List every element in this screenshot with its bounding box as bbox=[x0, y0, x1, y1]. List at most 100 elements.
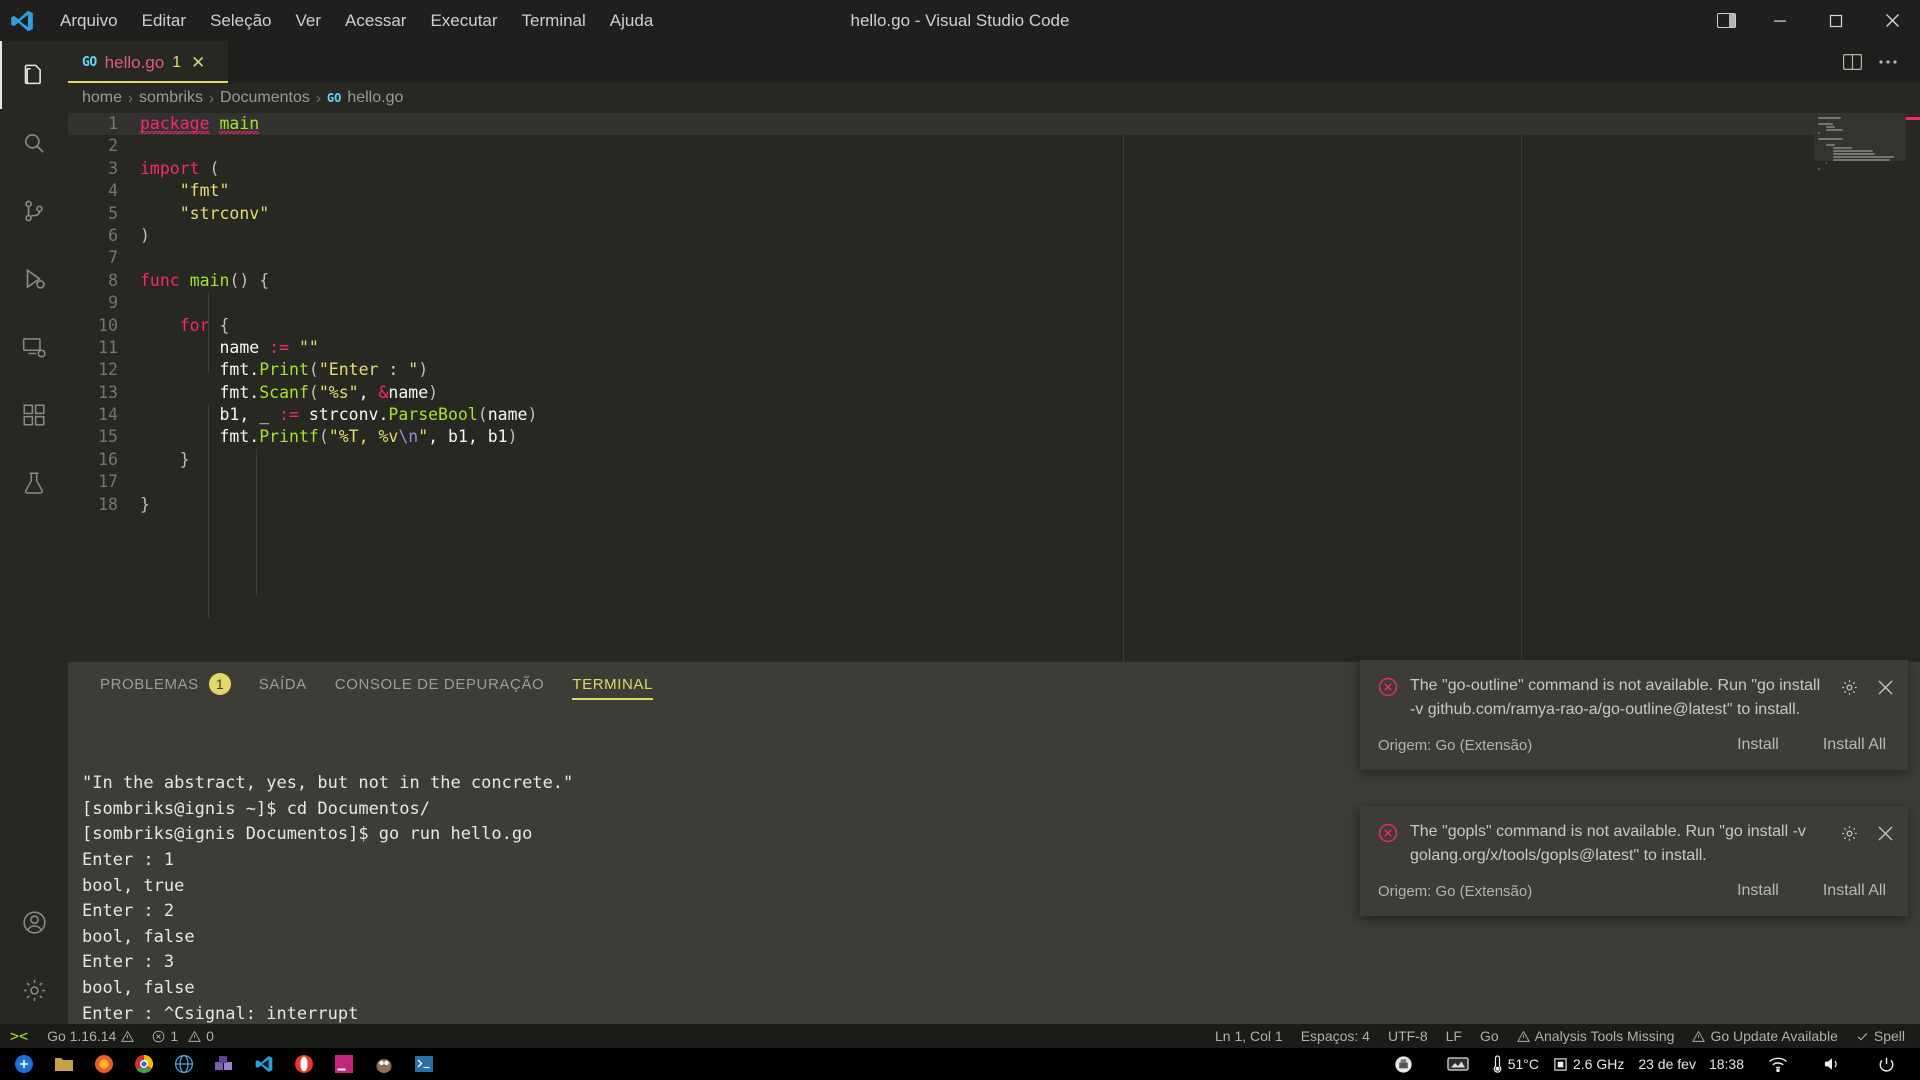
notification-gopls[interactable]: The "gopls" command is not available. Ru… bbox=[1360, 806, 1908, 916]
notification-go-outline[interactable]: The "go-outline" command is not availabl… bbox=[1360, 660, 1908, 770]
code-token: . bbox=[249, 382, 260, 402]
go-update-label: Go Update Available bbox=[1710, 1028, 1838, 1044]
tab-hello-go[interactable]: GO hello.go 1 ✕ bbox=[68, 41, 228, 83]
menu-ajuda[interactable]: Ajuda bbox=[598, 7, 665, 35]
minimap-line bbox=[1825, 144, 1836, 146]
breadcrumb-home[interactable]: home bbox=[82, 89, 122, 107]
power-icon[interactable] bbox=[1866, 1048, 1906, 1080]
tab-problemas[interactable]: PROBLEMAS 1 bbox=[86, 662, 245, 706]
code-token: ) bbox=[418, 360, 429, 380]
status-analysis-tools[interactable]: Analysis Tools Missing bbox=[1508, 1024, 1684, 1048]
cpu-indicator[interactable]: 2.6 GHz bbox=[1553, 1056, 1624, 1072]
clock[interactable]: 23 de fev 18:38 bbox=[1638, 1056, 1744, 1072]
code-token: , b1, b1 bbox=[428, 427, 508, 447]
status-cursor-position[interactable]: Ln 1, Col 1 bbox=[1206, 1024, 1292, 1048]
status-problems[interactable]: 1 0 bbox=[143, 1024, 223, 1048]
customize-layout-icon[interactable] bbox=[1700, 0, 1752, 41]
status-eol[interactable]: LF bbox=[1437, 1024, 1471, 1048]
code-token: Printf bbox=[259, 427, 319, 447]
install-button[interactable]: Install bbox=[1737, 736, 1779, 754]
code-token: ( bbox=[318, 427, 329, 447]
gear-icon[interactable] bbox=[1838, 822, 1860, 844]
line-number: 5 bbox=[108, 203, 118, 223]
jetbrains-icon[interactable] bbox=[324, 1048, 364, 1080]
code-token: "Enter : " bbox=[318, 360, 419, 380]
breadcrumb-file[interactable]: hello.go bbox=[347, 89, 403, 107]
code-token: ( bbox=[209, 158, 220, 178]
menu-editar[interactable]: Editar bbox=[130, 7, 198, 35]
boxes-icon[interactable] bbox=[204, 1048, 244, 1080]
time-value: 18:38 bbox=[1708, 1056, 1744, 1072]
breadcrumb-sombriks[interactable]: sombriks bbox=[139, 89, 203, 107]
app-menu-icon[interactable] bbox=[4, 1048, 44, 1080]
gear-icon[interactable] bbox=[1838, 676, 1860, 698]
menu-ver[interactable]: Ver bbox=[284, 7, 334, 35]
code-token: := bbox=[269, 337, 290, 357]
vscode-icon[interactable] bbox=[244, 1048, 284, 1080]
install-all-button[interactable]: Install All bbox=[1823, 736, 1886, 754]
terminal-icon[interactable] bbox=[404, 1048, 444, 1080]
sidebar-item-extensions[interactable] bbox=[0, 381, 68, 449]
install-all-button[interactable]: Install All bbox=[1823, 882, 1886, 900]
status-spell[interactable]: Spell bbox=[1847, 1024, 1914, 1048]
tab-saida[interactable]: SAÍDA bbox=[245, 662, 321, 706]
account-icon[interactable] bbox=[0, 888, 68, 956]
volume-icon[interactable] bbox=[1812, 1048, 1852, 1080]
code-token: . bbox=[249, 427, 260, 447]
display-icon[interactable] bbox=[1438, 1048, 1478, 1080]
sidebar-item-search[interactable] bbox=[0, 109, 68, 177]
code-line: 5 "strconv" bbox=[68, 203, 1920, 225]
line-number: 8 bbox=[108, 270, 118, 290]
gear-icon[interactable] bbox=[0, 956, 68, 1024]
temperature-indicator[interactable]: 51°C bbox=[1492, 1055, 1539, 1073]
code-editor[interactable]: 1 package main 2 3 import (4 "fmt" 5 "strconv… bbox=[68, 113, 1920, 662]
notification-source: Origem: Go (Extensão) bbox=[1378, 736, 1533, 754]
sidebar-item-run-and-debug[interactable] bbox=[0, 245, 68, 313]
minimap[interactable] bbox=[1814, 113, 1920, 662]
printer-icon[interactable] bbox=[1384, 1048, 1424, 1080]
ellipsis-icon[interactable] bbox=[1872, 46, 1904, 78]
minimap-line bbox=[1818, 138, 1843, 140]
warning-icon bbox=[188, 1030, 202, 1043]
status-go-version[interactable]: Go 1.16.14 bbox=[38, 1024, 143, 1048]
firefox-icon[interactable] bbox=[84, 1048, 124, 1080]
status-indentation[interactable]: Espaços: 4 bbox=[1292, 1024, 1379, 1048]
menu-selecao[interactable]: Seleção bbox=[198, 7, 283, 35]
chrome-icon[interactable] bbox=[124, 1048, 164, 1080]
status-language-mode[interactable]: Go bbox=[1471, 1024, 1508, 1048]
remote-window-icon[interactable]: >< bbox=[0, 1027, 38, 1045]
menu-acessar[interactable]: Acessar bbox=[333, 7, 418, 35]
opera-icon[interactable] bbox=[284, 1048, 324, 1080]
maximize-icon[interactable] bbox=[1808, 0, 1864, 41]
gimp-icon[interactable] bbox=[364, 1048, 404, 1080]
breadcrumb-documentos[interactable]: Documentos bbox=[220, 89, 310, 107]
folder-icon[interactable] bbox=[44, 1048, 84, 1080]
globe-icon[interactable] bbox=[164, 1048, 204, 1080]
sidebar-item-source-control[interactable] bbox=[0, 177, 68, 245]
minimap-overview-ruler[interactable] bbox=[1906, 113, 1920, 662]
menu-arquivo[interactable]: Arquivo bbox=[48, 7, 130, 35]
close-icon[interactable] bbox=[1874, 676, 1896, 698]
sidebar-item-explorer[interactable] bbox=[0, 41, 68, 109]
status-encoding[interactable]: UTF-8 bbox=[1379, 1024, 1437, 1048]
split-editor-icon[interactable] bbox=[1836, 46, 1868, 78]
code-token: & bbox=[378, 382, 389, 402]
date-value: 23 de fev bbox=[1638, 1056, 1696, 1072]
close-icon[interactable] bbox=[1874, 822, 1896, 844]
sidebar-item-testing[interactable] bbox=[0, 449, 68, 517]
line-number: 16 bbox=[98, 449, 118, 469]
activity-bar bbox=[0, 41, 68, 1024]
error-count: 1 bbox=[170, 1028, 179, 1044]
install-button[interactable]: Install bbox=[1737, 882, 1779, 900]
menu-executar[interactable]: Executar bbox=[418, 7, 509, 35]
sidebar-item-remote-explorer[interactable] bbox=[0, 313, 68, 381]
close-icon[interactable] bbox=[1864, 0, 1920, 41]
tab-console-depuracao[interactable]: CONSOLE DE DEPURAÇÃO bbox=[321, 662, 559, 706]
minimize-icon[interactable] bbox=[1752, 0, 1808, 41]
status-go-update[interactable]: Go Update Available bbox=[1683, 1024, 1846, 1048]
tab-terminal[interactable]: TERMINAL bbox=[558, 662, 667, 706]
menu-terminal[interactable]: Terminal bbox=[510, 7, 598, 35]
close-icon[interactable]: ✕ bbox=[189, 54, 207, 71]
wifi-icon[interactable] bbox=[1758, 1048, 1798, 1080]
